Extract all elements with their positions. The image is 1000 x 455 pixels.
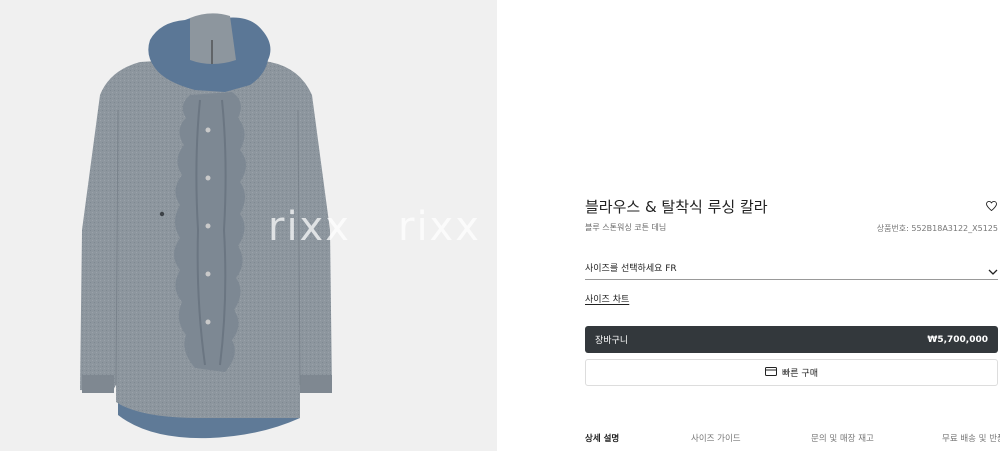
- wishlist-heart-icon[interactable]: [983, 198, 999, 214]
- size-select-label: 사이즈를 선택하세요 FR: [585, 264, 677, 274]
- size-chart-link[interactable]: 사이즈 차트: [585, 292, 629, 305]
- cart-label: 장바구니: [595, 336, 629, 346]
- tab-description[interactable]: 상세 설명: [585, 432, 619, 444]
- quick-buy-button[interactable]: 빠른 구매: [585, 359, 998, 386]
- quick-buy-label: 빠른 구매: [782, 369, 818, 379]
- product-title: 블라우스 & 탈착식 루싱 칼라: [585, 198, 768, 216]
- product-image: [80, 13, 332, 439]
- add-to-cart-button[interactable]: 장바구니 ₩5,700,000: [585, 326, 998, 353]
- tab-shipping-returns[interactable]: 무료 배송 및 반품: [942, 432, 1000, 444]
- product-subtitle: 블루 스톤워싱 코튼 데님: [585, 223, 667, 232]
- tab-inquiry-stock[interactable]: 문의 및 매장 재고: [811, 432, 874, 444]
- product-reference: 상품번호: 552B18A3122_X5125: [876, 224, 998, 233]
- tab-size-guide[interactable]: 사이즈 가이드: [691, 432, 741, 444]
- card-icon: [765, 366, 777, 379]
- product-price: ₩5,700,000: [927, 334, 988, 345]
- product-image-panel[interactable]: [0, 0, 497, 451]
- size-select[interactable]: 사이즈를 선택하세요 FR: [585, 261, 998, 280]
- detail-tabs: 상세 설명 사이즈 가이드 문의 및 매장 재고 무료 배송 및 반품: [585, 432, 1000, 446]
- chevron-down-icon: [988, 261, 998, 280]
